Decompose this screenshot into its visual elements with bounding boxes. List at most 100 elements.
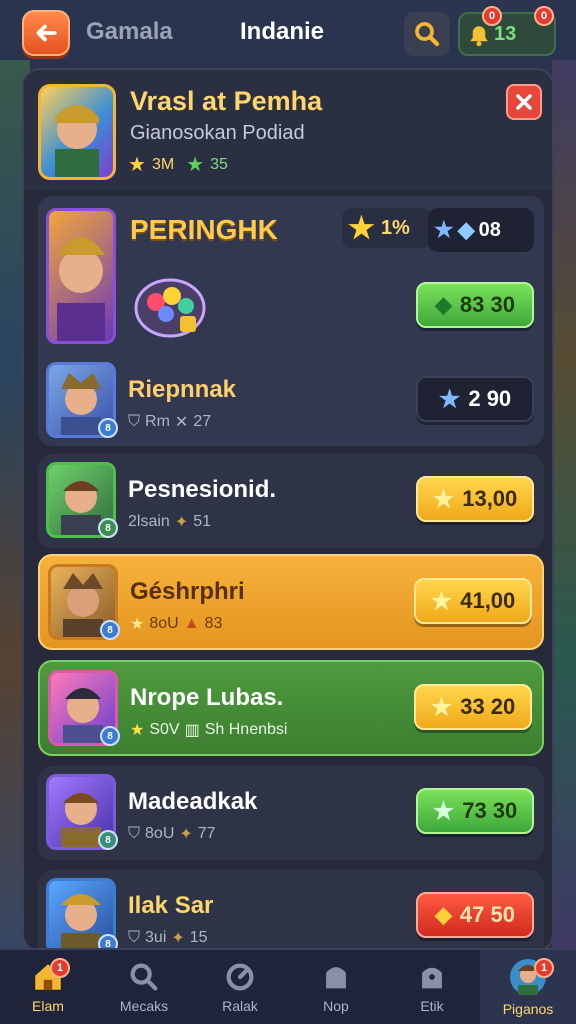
level-badge: 8: [100, 620, 120, 640]
nav-home[interactable]: Elam 1: [0, 950, 96, 1024]
bag-icon: [422, 967, 442, 989]
nav-bag[interactable]: Etik: [384, 950, 480, 1024]
nav-search[interactable]: Mecaks: [96, 950, 192, 1024]
player-meta: ⛉ Rm ✕ 27: [128, 412, 211, 432]
gem-chest-icon: [130, 262, 210, 342]
price-button[interactable]: ★ 13,00: [416, 476, 534, 522]
sword-icon: ✦: [179, 826, 193, 843]
stat-value: 3M: [151, 155, 175, 173]
star-icon: ★: [130, 616, 145, 633]
nav-profile[interactable]: Piganos 1: [480, 950, 576, 1024]
nav-label: Elam: [32, 998, 64, 1014]
notification-badge: 0: [482, 6, 502, 26]
price-button[interactable]: ★ 73 30: [416, 788, 534, 834]
player-meta: ⛉ 8oU ✦ 77: [128, 824, 216, 844]
star-icon: ★: [128, 154, 146, 176]
shop-icon: [326, 967, 346, 989]
list-item[interactable]: 8 Nrope Lubas. ★ S0V ▥ Sh Hnenbsi ★ 33 2…: [38, 660, 544, 756]
price-value: 73 30: [462, 798, 518, 823]
nav-label: Etik: [420, 998, 444, 1014]
notification-badge: 1: [534, 958, 554, 978]
nav-label: Nop: [323, 998, 349, 1014]
notification-badge: 1: [50, 958, 70, 978]
star-icon: ★: [430, 693, 453, 721]
featured-entry[interactable]: PERINGHK ★ 1% ★ ◆ 08 ◆ 83 30 8 Riepnnak …: [38, 196, 544, 446]
star-icon: ★: [434, 217, 454, 242]
player-name: Pesnesionid.: [128, 476, 277, 503]
player-meta: ⛉ 3ui ✦ 15: [128, 928, 208, 948]
ticket-icon: ◆: [435, 292, 452, 317]
shield-icon: ⛉: [128, 825, 141, 842]
meta-value: 8oU: [149, 615, 179, 632]
star-icon: ★: [438, 385, 461, 413]
flame-icon: ▲: [183, 615, 200, 632]
star-icon: ★: [432, 485, 455, 513]
meta-value: S0V: [149, 721, 180, 738]
arrow-left-icon: [36, 24, 57, 42]
price-button[interactable]: ◆ 47 50: [416, 892, 534, 938]
close-button[interactable]: [506, 84, 542, 120]
level-badge: 8: [98, 830, 118, 850]
tab-indanie[interactable]: Indanie: [240, 18, 324, 46]
level-badge: 8: [100, 726, 120, 746]
player-name: Riepnnak: [128, 376, 237, 403]
price-button[interactable]: ◆ 83 30: [416, 282, 534, 328]
player-meta: ★ 8oU ▲ 83: [130, 614, 222, 634]
meta-value: 83: [204, 615, 223, 632]
meta-value: 51: [193, 513, 212, 530]
player-name: Madeadkak: [128, 788, 258, 815]
gem-icon: ◆: [457, 217, 475, 242]
price-value: 83 30: [459, 292, 515, 317]
level-badge: 8: [98, 418, 118, 438]
meta-value: 77: [197, 825, 216, 842]
list-item[interactable]: 8 Pesnesionid. 2lsain ✦ 51 ★ 13,00: [38, 454, 544, 548]
nav-ranking[interactable]: Ralak: [192, 950, 288, 1024]
search-button[interactable]: [404, 12, 450, 56]
gem-count: 08: [478, 218, 501, 241]
page-title: Vrasl at Pemha: [130, 86, 323, 116]
price-value: 33 20: [460, 694, 516, 719]
price-button[interactable]: ★ 33 20: [414, 684, 532, 730]
building-icon: ▥: [184, 722, 200, 739]
page-subtitle: Gianosokan Podiad: [130, 122, 305, 144]
star-percent: 1%: [380, 216, 410, 239]
back-button[interactable]: [22, 10, 70, 56]
stat-value: 35: [210, 155, 228, 173]
close-icon: [516, 94, 532, 110]
nav-label: Mecaks: [119, 998, 169, 1014]
meta-value: Rm: [145, 413, 170, 430]
sword-icon: ✦: [174, 514, 189, 531]
star-icon: ★: [130, 722, 145, 739]
nav-label: Piganos: [502, 1001, 554, 1017]
price-value: 2 90: [468, 386, 512, 411]
gem-pill: ★ ◆ 08: [428, 208, 534, 252]
star-icon: ★: [432, 797, 455, 825]
price-value: 13,00: [462, 486, 518, 511]
level-badge: 8: [98, 518, 118, 538]
currency-value: 13: [494, 22, 517, 45]
player-name: Géshrphri: [130, 578, 245, 605]
player-name: Nrope Lubas.: [130, 684, 284, 711]
gauge-icon: [226, 963, 254, 991]
search-icon: [130, 963, 158, 991]
price-button[interactable]: ★ 41,00: [414, 578, 532, 624]
list-item[interactable]: 8 Géshrphri ★ 8oU ▲ 83 ★ 41,00: [38, 554, 544, 650]
meta-value: 15: [189, 929, 208, 946]
meta-value: 27: [193, 413, 212, 430]
header-stats: ★ 3M ★ 35: [128, 152, 228, 177]
list-item[interactable]: 8 Madeadkak ⛉ 8oU ✦ 77 ★ 73 30: [38, 766, 544, 860]
sword-icon: ✕: [174, 414, 189, 431]
sword-icon: ✦: [171, 930, 185, 947]
bottom-navigation: Elam 1 Mecaks Ralak Nop Etik Piganos 1: [0, 948, 576, 1024]
star-icon: ★: [430, 587, 453, 615]
star-pill: ★ 1%: [342, 208, 432, 248]
top-bar: Gamala Indanie 13 0 0: [0, 0, 576, 64]
star-icon: ★: [186, 154, 205, 176]
ranking-panel: Vrasl at Pemha Gianosokan Podiad ★ 3M ★ …: [22, 68, 554, 952]
gold-bar-icon: ◆: [435, 902, 452, 927]
nav-label: Ralak: [222, 998, 258, 1014]
nav-shop[interactable]: Nop: [288, 950, 384, 1024]
list-item[interactable]: 8 Ilak Sar ⛉ 3ui ✦ 15 ◆ 47 50: [38, 870, 544, 950]
price-button[interactable]: ★ 2 90: [416, 376, 534, 422]
tab-gamala[interactable]: Gamala: [86, 18, 173, 46]
